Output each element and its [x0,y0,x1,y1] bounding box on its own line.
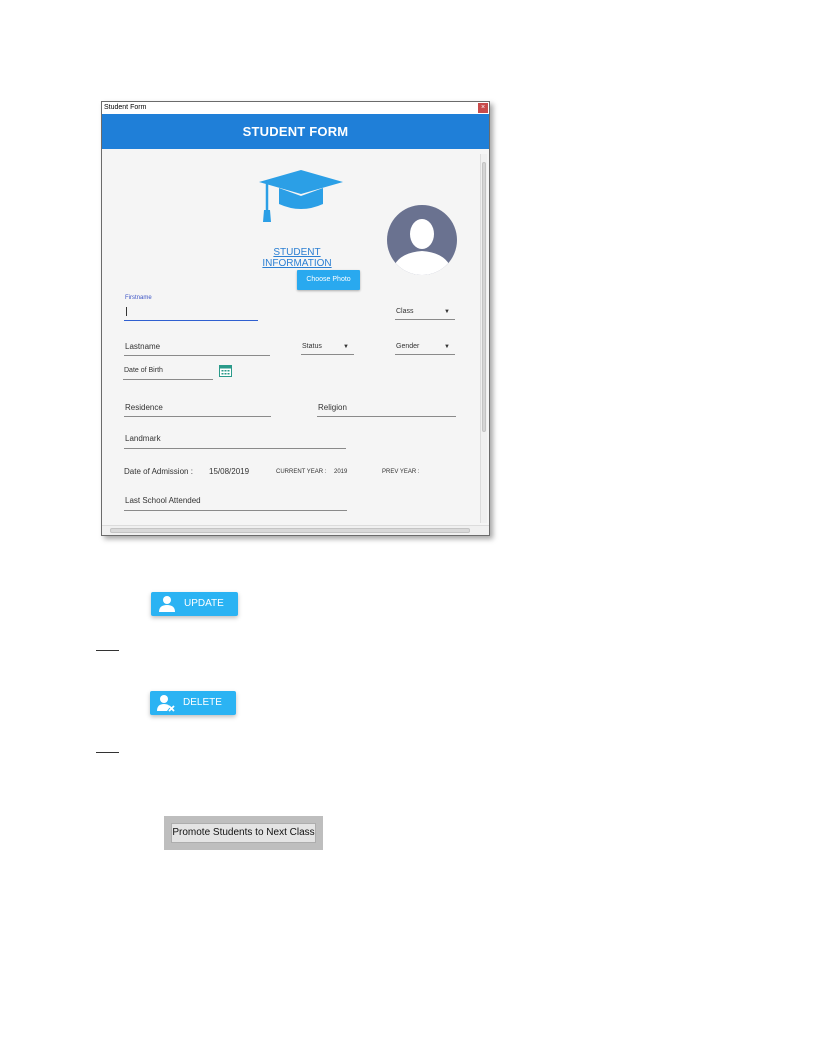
lastname-underline [124,355,270,356]
last-school-underline [124,510,347,511]
calendar-icon[interactable] [219,364,232,377]
residence-underline [124,416,271,417]
firstname-label: Firstname [125,295,152,301]
window-title: Student Form [102,102,489,114]
user-icon [159,596,175,612]
lastname-input[interactable]: Lastname [125,342,160,351]
class-underline [395,319,455,320]
horizontal-scrollbar[interactable] [102,525,489,535]
scrollbar-thumb[interactable] [482,162,486,432]
last-school-input[interactable]: Last School Attended [125,496,201,505]
close-button[interactable]: × [478,103,488,113]
gender-combo[interactable]: Gender [396,343,419,350]
admission-value: 15/08/2019 [209,467,250,476]
landmark-input[interactable]: Landmark [125,434,161,443]
vertical-scrollbar[interactable] [480,154,487,523]
delete-button[interactable]: DELETE [150,691,236,715]
admission-label: Date of Admission : [124,467,193,476]
date-of-birth-input[interactable]: Date of Birth [124,367,163,374]
update-label: UPDATE [184,598,224,609]
current-year-label: CURRENT YEAR : [276,469,327,475]
avatar-silhouette-icon [387,205,457,275]
religion-underline [317,416,456,417]
student-information-link[interactable]: STUDENT INFORMATION [242,247,352,269]
update-button[interactable]: UPDATE [151,592,238,616]
user-remove-icon [157,695,175,712]
current-year-value: 2019 [334,469,348,475]
firstname-underline [124,320,258,321]
class-combo[interactable]: Class [396,308,414,315]
residence-input[interactable]: Residence [125,403,163,412]
promote-button-frame: Promote Students to Next Class [164,816,323,850]
form-header: STUDENT FORM [102,114,489,149]
choose-photo-button[interactable]: Choose Photo [297,270,360,290]
graduation-cap-icon [259,170,343,222]
promote-students-button[interactable]: Promote Students to Next Class [171,823,316,843]
delete-label: DELETE [183,697,222,708]
dob-underline [123,379,213,380]
chevron-down-icon[interactable]: ▼ [343,344,349,350]
status-combo[interactable]: Status [302,343,322,350]
religion-input[interactable]: Religion [318,403,347,412]
firstname-input[interactable] [127,307,257,319]
chevron-down-icon[interactable]: ▼ [444,309,450,315]
separator-line [96,752,119,753]
chevron-down-icon[interactable]: ▼ [444,344,450,350]
gender-underline [395,354,455,355]
status-underline [301,354,354,355]
student-form-window: Student Form × STUDENT FORM STUDENT INFO… [101,101,490,536]
landmark-underline [124,448,346,449]
separator-line [96,650,119,651]
scrollbar-thumb[interactable] [110,528,470,533]
prev-year-label: PREV YEAR : [382,469,420,475]
